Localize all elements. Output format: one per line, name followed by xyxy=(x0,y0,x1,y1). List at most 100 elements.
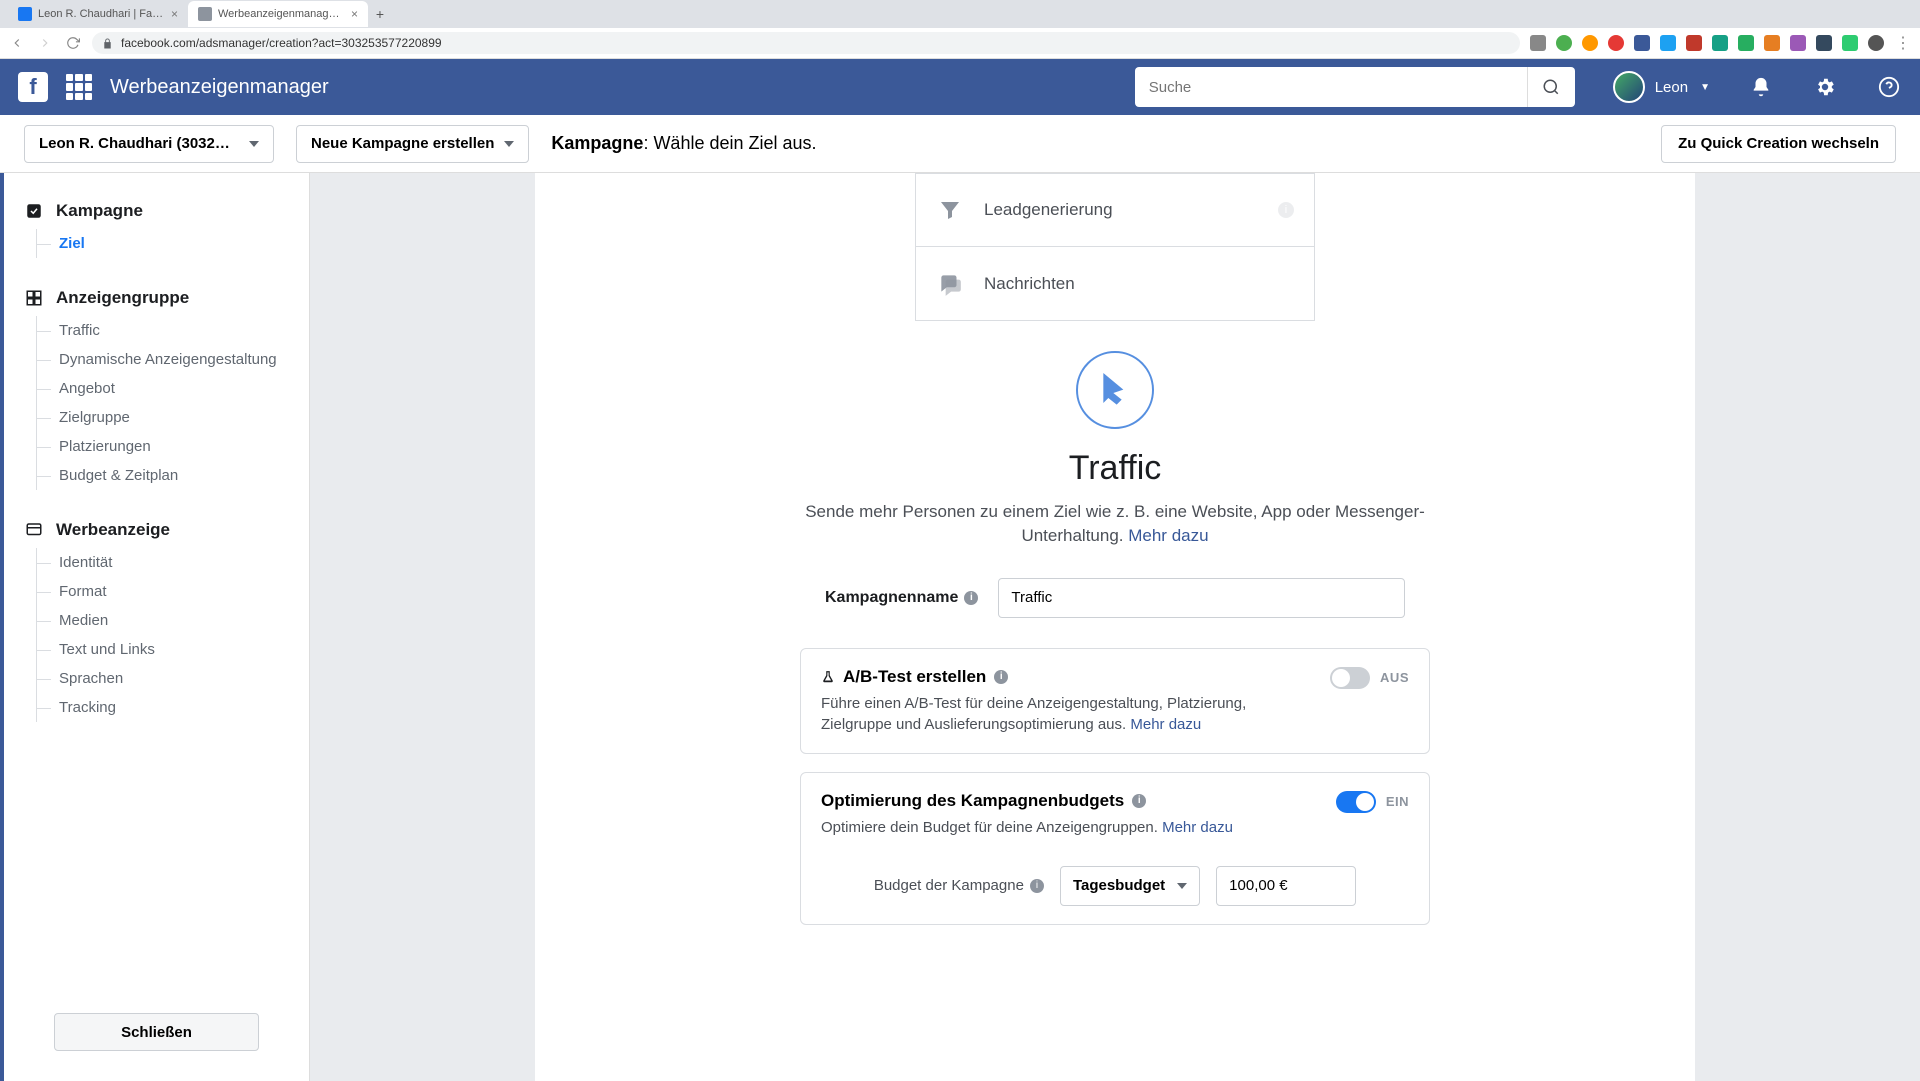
sidebar-item-ziel[interactable]: Ziel xyxy=(37,229,309,258)
forward-button[interactable] xyxy=(36,34,54,52)
sidebar-item-tracking[interactable]: Tracking xyxy=(37,693,309,722)
app-switcher-icon[interactable] xyxy=(66,74,92,100)
search-box xyxy=(1135,67,1575,107)
username: Leon xyxy=(1655,79,1688,96)
sidebar-item-media[interactable]: Medien xyxy=(37,606,309,635)
info-icon[interactable]: i xyxy=(1278,202,1294,218)
sidebar-item-offer[interactable]: Angebot xyxy=(37,374,309,403)
extension-icon[interactable] xyxy=(1660,35,1676,51)
sidebar-item-label: Traffic xyxy=(59,322,100,339)
extension-icon[interactable] xyxy=(1582,35,1598,51)
extension-icon[interactable] xyxy=(1530,35,1546,51)
new-tab-button[interactable]: + xyxy=(368,6,392,22)
tab-close-icon[interactable]: × xyxy=(351,7,358,21)
adsmanager-favicon xyxy=(198,7,212,21)
new-campaign-dropdown[interactable]: Neue Kampagne erstellen xyxy=(296,125,529,163)
sidebar-section-campaign[interactable]: Kampagne xyxy=(4,201,309,229)
objective-option-messages[interactable]: Nachrichten xyxy=(915,247,1315,321)
user-menu[interactable]: Leon ▼ xyxy=(1613,71,1710,103)
abtest-desc: Führe einen A/B-Test für deine Anzeigeng… xyxy=(821,693,1318,735)
extension-icon[interactable] xyxy=(1842,35,1858,51)
sidebar-item-label: Tracking xyxy=(59,699,116,716)
extension-icon[interactable] xyxy=(1608,35,1624,51)
funnel-icon xyxy=(936,196,964,224)
url-text: facebook.com/adsmanager/creation?act=303… xyxy=(121,36,442,50)
back-button[interactable] xyxy=(8,34,26,52)
extension-icon[interactable] xyxy=(1816,35,1832,51)
lock-icon xyxy=(102,38,113,49)
budget-type-dropdown[interactable]: Tagesbudget xyxy=(1060,866,1200,906)
extension-icon[interactable] xyxy=(1556,35,1572,51)
objective-hero-title: Traffic xyxy=(800,449,1430,488)
sidebar-item-label: Budget & Zeitplan xyxy=(59,467,178,484)
info-icon[interactable]: i xyxy=(1030,879,1044,893)
extension-icon[interactable] xyxy=(1634,35,1650,51)
sidebar-section-adset[interactable]: Anzeigengruppe xyxy=(4,288,309,316)
learn-more-link[interactable]: Mehr dazu xyxy=(1162,819,1233,836)
chevron-down-icon xyxy=(504,141,514,147)
browser-tab[interactable]: Werbeanzeigenmanager - Cre… × xyxy=(188,1,368,27)
sidebar-section-title: Werbeanzeige xyxy=(56,520,170,540)
quick-creation-button[interactable]: Zu Quick Creation wechseln xyxy=(1661,125,1896,163)
extension-icon[interactable] xyxy=(1686,35,1702,51)
chevron-down-icon xyxy=(249,141,259,147)
profile-icon[interactable] xyxy=(1868,35,1884,51)
tab-title: Werbeanzeigenmanager - Cre… xyxy=(218,8,345,20)
toggle-state-label: EIN xyxy=(1386,794,1409,809)
browser-menu-icon[interactable]: ⋮ xyxy=(1894,34,1912,52)
campaign-icon xyxy=(24,201,44,221)
browser-tab-strip: Leon R. Chaudhari | Facebook × Werbeanze… xyxy=(0,0,1920,28)
sidebar-item-audience[interactable]: Zielgruppe xyxy=(37,403,309,432)
sidebar-item-dynamic[interactable]: Dynamische Anzeigengestaltung xyxy=(37,345,309,374)
extension-icon[interactable] xyxy=(1764,35,1780,51)
budget-amount-input[interactable] xyxy=(1216,866,1356,906)
notifications-icon[interactable] xyxy=(1748,74,1774,100)
url-field[interactable]: facebook.com/adsmanager/creation?act=303… xyxy=(92,32,1520,54)
extension-icon[interactable] xyxy=(1738,35,1754,51)
sidebar-item-format[interactable]: Format xyxy=(37,577,309,606)
close-button[interactable]: Schließen xyxy=(54,1013,259,1051)
sidebar-item-budget[interactable]: Budget & Zeitplan xyxy=(37,461,309,490)
info-icon[interactable]: i xyxy=(1132,794,1146,808)
abtest-title: A/B-Test erstellen i xyxy=(821,667,1318,687)
flask-icon xyxy=(821,669,835,685)
toggle-state-label: AUS xyxy=(1380,670,1409,685)
facebook-logo[interactable]: f xyxy=(18,72,48,102)
budgetopt-toggle[interactable] xyxy=(1336,791,1376,813)
sidebar-item-label: Zielgruppe xyxy=(59,409,130,426)
sidebar-section-ad[interactable]: Werbeanzeige xyxy=(4,520,309,548)
extension-icon[interactable] xyxy=(1790,35,1806,51)
objective-option-leadgen[interactable]: Leadgenerierung i xyxy=(915,173,1315,247)
abtest-toggle[interactable] xyxy=(1330,667,1370,689)
settings-icon[interactable] xyxy=(1812,74,1838,100)
app-title: Werbeanzeigenmanager xyxy=(110,76,329,99)
sidebar-item-text[interactable]: Text und Links xyxy=(37,635,309,664)
sidebar-item-languages[interactable]: Sprachen xyxy=(37,664,309,693)
sidebar-item-label: Text und Links xyxy=(59,641,155,658)
sidebar-item-label: Angebot xyxy=(59,380,115,397)
search-input[interactable] xyxy=(1135,79,1527,96)
extension-icon[interactable] xyxy=(1712,35,1728,51)
help-icon[interactable] xyxy=(1876,74,1902,100)
sidebar-item-placements[interactable]: Platzierungen xyxy=(37,432,309,461)
search-button[interactable] xyxy=(1527,67,1575,107)
avatar xyxy=(1613,71,1645,103)
adset-icon xyxy=(24,288,44,308)
sidebar-item-identity[interactable]: Identität xyxy=(37,548,309,577)
main-canvas: Leadgenerierung i Nachrichten Traffic Se… xyxy=(310,173,1920,1081)
chevron-down-icon xyxy=(1177,883,1187,889)
reload-button[interactable] xyxy=(64,34,82,52)
account-dropdown[interactable]: Leon R. Chaudhari (3032… xyxy=(24,125,274,163)
tab-close-icon[interactable]: × xyxy=(171,7,178,21)
info-icon[interactable]: i xyxy=(964,591,978,605)
learn-more-link[interactable]: Mehr dazu xyxy=(1128,526,1208,545)
sidebar-item-traffic[interactable]: Traffic xyxy=(37,316,309,345)
page-title: Kampagne: Wähle dein Ziel aus. xyxy=(551,133,1639,154)
learn-more-link[interactable]: Mehr dazu xyxy=(1130,716,1201,733)
sidebar-item-label: Ziel xyxy=(59,235,85,252)
address-bar: facebook.com/adsmanager/creation?act=303… xyxy=(0,28,1920,58)
browser-tab[interactable]: Leon R. Chaudhari | Facebook × xyxy=(8,1,188,27)
campaign-name-input[interactable] xyxy=(998,578,1405,618)
chevron-down-icon: ▼ xyxy=(1700,82,1710,93)
info-icon[interactable]: i xyxy=(994,670,1008,684)
